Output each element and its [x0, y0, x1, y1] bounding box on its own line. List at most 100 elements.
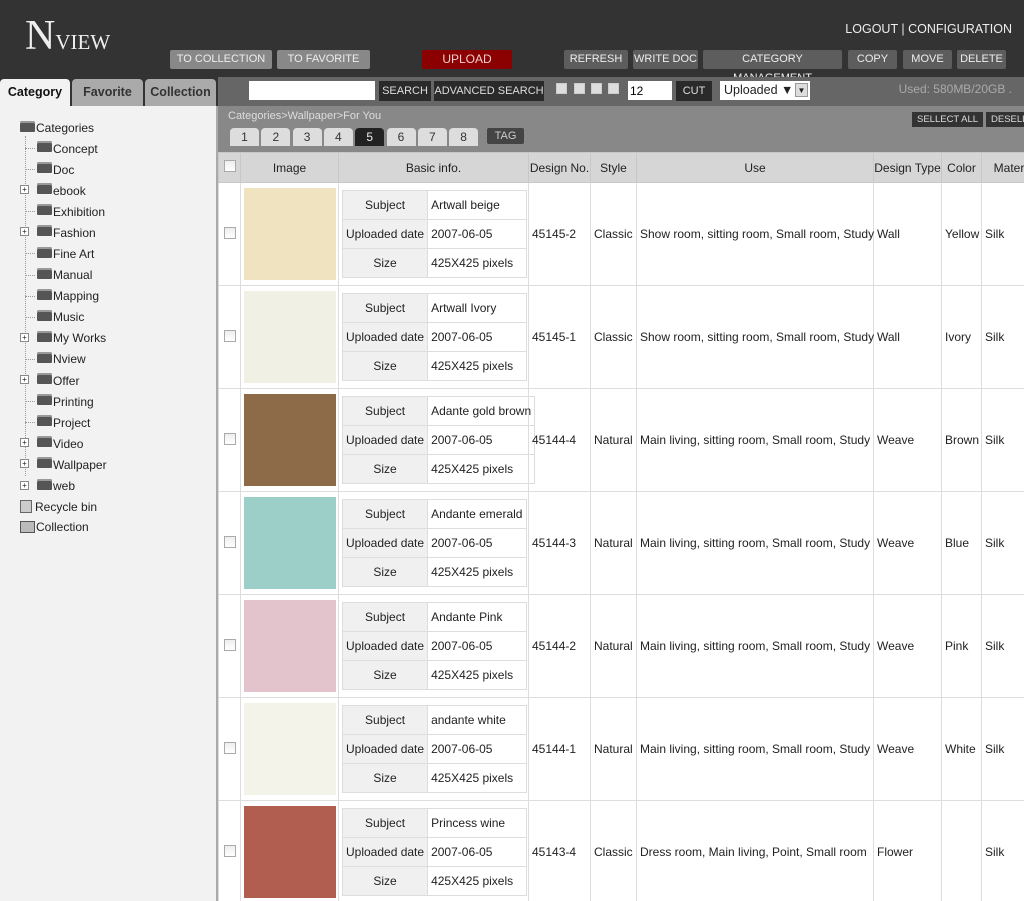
advanced-search-button[interactable]: ADVANCED SEARCH: [434, 81, 544, 101]
row-checkbox[interactable]: [223, 535, 236, 548]
tree-item-wallpaper[interactable]: + Wallpaper: [20, 454, 107, 475]
tree-item-fine-art[interactable]: Fine Art: [20, 243, 107, 264]
page-tab-4[interactable]: 4: [323, 128, 353, 146]
row-checkbox[interactable]: [223, 741, 236, 754]
search-button[interactable]: SEARCH: [379, 81, 431, 101]
cut-button[interactable]: CUT: [676, 81, 712, 101]
row-select-cell: [218, 388, 241, 492]
tree-item-my-works[interactable]: + My Works: [20, 328, 107, 349]
expand-icon[interactable]: +: [20, 227, 29, 237]
tree-item-doc[interactable]: Doc: [20, 159, 107, 180]
expand-icon[interactable]: +: [20, 185, 29, 195]
move-button[interactable]: MOVE: [903, 50, 952, 69]
expand-icon[interactable]: +: [20, 375, 29, 385]
column-header[interactable]: Image: [240, 152, 339, 183]
per-page-input[interactable]: [628, 81, 672, 100]
row-checkbox[interactable]: [223, 432, 236, 445]
sidebar: Categories Concept Doc + ebook Exhibition + Fa…: [0, 106, 218, 901]
expand-icon[interactable]: +: [20, 459, 29, 469]
page-tab-7[interactable]: 7: [417, 128, 447, 146]
page-tab-8[interactable]: 8: [449, 128, 479, 146]
tree-item-nview[interactable]: Nview: [20, 349, 107, 370]
thumbnail-image[interactable]: [244, 806, 336, 898]
info-label: Uploaded date: [341, 219, 429, 249]
tree-item-manual[interactable]: Manual: [20, 265, 107, 286]
select-all-checkbox[interactable]: [223, 160, 236, 172]
page-tab-5[interactable]: 5: [355, 128, 385, 146]
info-table: Subject Adante gold brown Uploaded date 200…: [341, 396, 536, 484]
tree-item-printing[interactable]: Printing: [20, 391, 107, 412]
folder-icon: [37, 267, 52, 279]
list-view-icon[interactable]: [574, 83, 585, 94]
folder-icon: [37, 309, 52, 321]
tab-category[interactable]: Category: [0, 79, 70, 106]
row-checkbox[interactable]: [223, 329, 236, 342]
write-doc-button[interactable]: WRITE DOC: [633, 50, 698, 69]
tree-item-offer[interactable]: + Offer: [20, 370, 107, 391]
tree-item-exhibition[interactable]: Exhibition: [20, 201, 107, 222]
category-management-button[interactable]: CATEGORY MANAGEMENT: [703, 50, 842, 84]
expand-icon[interactable]: +: [20, 332, 29, 342]
info-row: Subject andante white: [341, 705, 527, 735]
tree-root[interactable]: Categories: [20, 118, 107, 138]
sort-select[interactable]: Uploaded ▼ ▼: [720, 81, 810, 100]
thumbnail-image[interactable]: [244, 394, 336, 486]
tag-button[interactable]: TAG: [487, 128, 524, 144]
upload-button[interactable]: UPLOAD: [422, 50, 512, 69]
tree-item-label: Music: [53, 310, 85, 325]
page-tab-3[interactable]: 3: [292, 128, 322, 146]
select-all-button[interactable]: SELLECT ALL: [912, 112, 984, 127]
column-header[interactable]: Design No.: [528, 152, 591, 183]
row-checkbox[interactable]: [223, 226, 236, 239]
preview-view-icon[interactable]: [608, 83, 619, 94]
page-tab-1[interactable]: 1: [230, 128, 259, 146]
tree-item-concept[interactable]: Concept: [20, 138, 107, 159]
to-favorite-button[interactable]: TO FAVORITE: [277, 50, 370, 69]
row-checkbox[interactable]: [223, 844, 236, 857]
search-input[interactable]: [249, 81, 375, 100]
tab-collection[interactable]: Collection: [145, 79, 216, 106]
dropdown-arrow-icon[interactable]: ▼: [795, 83, 808, 97]
thumbnail-image[interactable]: [244, 703, 336, 795]
tree-item-web[interactable]: + web: [20, 476, 107, 497]
tree-item-video[interactable]: + Video: [20, 433, 107, 454]
page-tab-6[interactable]: 6: [386, 128, 416, 146]
expand-icon[interactable]: +: [20, 438, 29, 448]
deselect-all-button[interactable]: DESELLECT ALL: [986, 112, 1024, 127]
collection-node[interactable]: Collection: [20, 517, 107, 537]
asset-table: Image Basic info. Design No. Style Use Design…: [218, 152, 1024, 901]
column-header[interactable]: Basic info.: [338, 152, 529, 183]
delete-button[interactable]: DELETE: [957, 50, 1006, 69]
configuration-link[interactable]: CONFIGURATION: [908, 22, 1012, 36]
tree-item-project[interactable]: Project: [20, 412, 107, 433]
column-header[interactable]: Material: [981, 152, 1024, 183]
row-checkbox[interactable]: [223, 638, 236, 651]
tab-favorite[interactable]: Favorite: [72, 79, 143, 106]
recycle-bin[interactable]: Recycle bin: [20, 497, 107, 517]
copy-button[interactable]: COPY: [848, 50, 897, 69]
refresh-button[interactable]: REFRESH: [564, 50, 628, 69]
tree-item-music[interactable]: Music: [20, 307, 107, 328]
thumbnail-image[interactable]: [244, 497, 336, 589]
tree-item-fashion[interactable]: + Fashion: [20, 222, 107, 243]
column-header[interactable]: Use: [636, 152, 874, 183]
detail-view-icon[interactable]: [591, 83, 602, 94]
thumbnail-image[interactable]: [244, 291, 336, 383]
trash-icon: [20, 500, 32, 514]
to-collection-button[interactable]: TO COLLECTION: [170, 50, 272, 69]
image-cell: [240, 182, 339, 286]
tree-item-ebook[interactable]: + ebook: [20, 180, 107, 201]
column-header[interactable]: Design Type: [873, 152, 942, 183]
style-cell: Natural: [590, 697, 637, 801]
tree-item-mapping[interactable]: Mapping: [20, 286, 107, 307]
grid-view-icon[interactable]: [556, 83, 567, 94]
column-header[interactable]: Color: [941, 152, 982, 183]
logout-link[interactable]: LOGOUT: [845, 22, 898, 36]
thumbnail-image[interactable]: [244, 188, 336, 280]
page-tab-2[interactable]: 2: [261, 128, 291, 146]
tree-item-label: Video: [53, 436, 84, 451]
info-row: Subject Adante gold brown: [341, 396, 536, 426]
column-header[interactable]: Style: [590, 152, 637, 183]
expand-icon[interactable]: +: [20, 480, 29, 490]
thumbnail-image[interactable]: [244, 600, 336, 692]
